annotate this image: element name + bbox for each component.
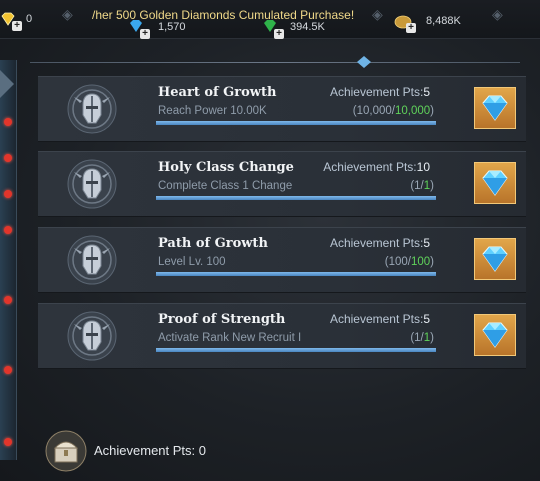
progress-text: (1/1) [410,180,434,192]
achievement-points: Achievement Pts:5 [330,312,430,326]
notification-dot [4,190,12,198]
progress-bar-fill [156,272,436,276]
gold-coin-currency[interactable]: + 8,488K [394,10,461,33]
achievement-title: Holy Class Change [158,160,294,175]
points-label: Achievement Pts: [329,85,424,99]
points-value: 10 [416,160,430,174]
requirement-line: Reach Power 10.00K (10,000/10,000) [158,105,434,119]
notification-dot [4,438,12,446]
requirement-line: Activate Rank New Recruit I (1/1) [158,332,434,346]
total-achievement-points: Achievement Pts: 0 [94,443,206,458]
requirement-text: Level Lv. 100 [158,256,226,268]
blue-diamond-icon [482,95,508,121]
progress-open: (100/ [384,256,411,268]
points-value: 5 [423,85,430,99]
progress-done: 100 [410,256,431,268]
decor-icon: ◈ [492,6,503,22]
progress-text: (1/1) [410,332,434,344]
notification-dot [4,118,12,126]
green-gem-value: 394.5K [290,21,325,33]
gold-diamond-currency[interactable]: + 0 [0,8,33,31]
achievement-title: Heart of Growth [158,85,277,100]
progress-open: (1/ [410,332,424,344]
progress-text: (10,000/10,000) [353,105,434,117]
green-gem-icon: + [262,19,284,39]
reward-item[interactable] [474,162,516,204]
points-label: Achievement Pts: [323,160,417,174]
requirement-line: Complete Class 1 Change (1/1) [158,180,434,194]
blue-diamond-icon [482,322,508,348]
achievement-title: Proof of Strength [158,312,286,327]
progress-bar-fill [156,121,436,125]
points-label: Achievement Pts: [329,312,424,326]
progress-done: 10,000 [394,105,431,117]
helmet-emblem-icon [67,235,117,285]
progress-open: (1/ [410,180,424,192]
progress-bar-fill [156,348,436,352]
reward-item[interactable] [474,87,516,129]
header-gem-icon [357,56,371,68]
progress-bar [156,348,436,352]
achievement-row[interactable]: Proof of Strength Achievement Pts:5 Acti… [38,303,526,369]
progress-bar [156,272,436,276]
progress-open: (10,000/ [352,105,395,117]
decor-icon: ◈ [372,6,383,22]
blue-diamond-icon [482,246,508,272]
achievement-row[interactable]: Heart of Growth Achievement Pts:5 Reach … [38,76,526,142]
points-value: 5 [423,312,430,326]
green-gem-currency[interactable]: + 394.5K [262,16,325,39]
points-value: 5 [423,236,430,250]
progress-bar [156,121,436,125]
notification-dot [4,226,12,234]
decor-icon: ◈ [62,6,73,22]
requirement-line: Level Lv. 100 (100/100) [158,256,434,270]
collapse-arrow-icon[interactable] [0,70,14,98]
notification-dot [4,366,12,374]
achievement-points: Achievement Pts:5 [330,85,430,99]
add-icon[interactable]: + [12,21,22,31]
progress-close: ) [430,105,434,117]
gold-coin-value: 8,488K [426,15,461,27]
achievement-row[interactable]: Holy Class Change Achievement Pts:10 Com… [38,151,526,217]
blue-diamond-value: 1,570 [158,21,186,33]
progress-bar-fill [156,196,436,200]
gold-diamond-value: 0 [26,13,33,25]
points-label: Achievement Pts: [329,236,424,250]
achievement-title: Path of Growth [158,236,268,251]
notification-dot [4,296,12,304]
reward-item[interactable] [474,238,516,280]
progress-close: ) [430,256,434,268]
progress-close: ) [430,332,434,344]
gold-coin-icon: + [394,13,416,33]
add-icon[interactable]: + [406,23,416,33]
reward-item[interactable] [474,314,516,356]
requirement-text: Activate Rank New Recruit I [158,332,302,344]
progress-close: ) [430,180,434,192]
achievement-row[interactable]: Path of Growth Achievement Pts:5 Level L… [38,227,526,293]
gold-diamond-icon: + [0,11,22,31]
notification-dot [4,154,12,162]
helmet-emblem-icon [67,311,117,361]
blue-diamond-currency[interactable]: + 1,570 [128,16,186,39]
top-currency-bar: + 0 ◈ /her 500 Golden Diamonds Cumulated… [0,0,540,39]
progress-text: (100/100) [385,256,434,268]
progress-bar [156,196,436,200]
requirement-text: Reach Power 10.00K [158,105,267,117]
add-icon[interactable]: + [140,29,150,39]
requirement-text: Complete Class 1 Change [158,180,293,192]
add-icon[interactable]: + [274,29,284,39]
blue-diamond-icon: + [128,19,150,39]
achievement-points: Achievement Pts:5 [330,236,430,250]
blue-diamond-icon [482,170,508,196]
panel-header-divider [30,62,520,63]
treasure-chest-icon[interactable] [44,430,88,472]
helmet-emblem-icon [67,159,117,209]
helmet-emblem-icon [67,84,117,134]
achievement-points: Achievement Pts:10 [323,160,430,174]
